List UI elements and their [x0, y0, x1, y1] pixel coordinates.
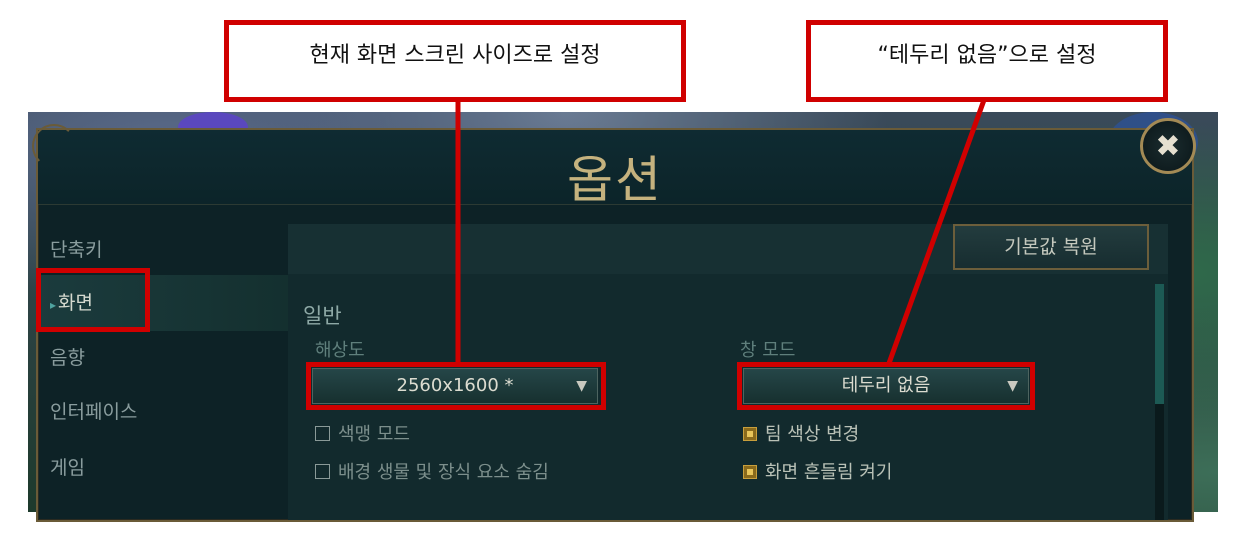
- sidebar-item-label: 음향: [50, 347, 85, 369]
- checkbox-checked-icon: [743, 465, 757, 479]
- checkbox-icon: [315, 464, 330, 479]
- window-title: 옵션: [567, 151, 663, 209]
- highlight-video-tab: [36, 268, 150, 332]
- sidebar-item-interface[interactable]: 인터페이스: [38, 384, 288, 440]
- scrollbar-thumb[interactable]: [1155, 284, 1164, 404]
- sidebar-item-label: 게임: [50, 457, 85, 479]
- highlight-window-mode-dropdown: [737, 362, 1035, 410]
- sidebar-item-label: 인터페이스: [50, 401, 138, 423]
- checkbox-label: 색맹 모드: [338, 424, 410, 445]
- resolution-label: 해상도: [315, 340, 365, 361]
- checkbox-label: 배경 생물 및 장식 요소 숨김: [338, 462, 549, 483]
- close-button[interactable]: ✖: [1140, 118, 1196, 174]
- team-color-checkbox[interactable]: 팀 색상 변경: [743, 420, 859, 446]
- resolution-callout: 현재 화면 스크린 사이즈로 설정: [224, 20, 686, 102]
- options-window: 옵션 단축키 ▸ 화면 음향 인터페이스 게임 기본값 복원 일반 해상도 256…: [32, 124, 1194, 522]
- close-icon: ✖: [1155, 128, 1181, 164]
- hide-eye-candy-checkbox[interactable]: 배경 생물 및 장식 요소 숨김: [315, 458, 549, 484]
- checkbox-checked-icon: [743, 427, 757, 441]
- title-bar: 옵션: [38, 130, 1192, 209]
- checkbox-icon: [315, 426, 330, 441]
- window-mode-callout: “테두리 없음”으로 설정: [806, 20, 1168, 102]
- section-title: 일반: [303, 304, 342, 328]
- sidebar-item-label: 단축키: [50, 239, 103, 261]
- sidebar: 단축키 ▸ 화면 음향 인터페이스 게임: [38, 208, 288, 508]
- highlight-resolution-dropdown: [306, 362, 606, 410]
- screen-shake-checkbox[interactable]: 화면 흔들림 켜기: [743, 458, 892, 484]
- colorblind-mode-checkbox[interactable]: 색맹 모드: [315, 420, 410, 446]
- window-mode-label: 창 모드: [740, 340, 796, 361]
- scrollbar[interactable]: [1155, 284, 1164, 520]
- sidebar-item-game[interactable]: 게임: [38, 440, 288, 496]
- checkbox-label: 팀 색상 변경: [765, 424, 860, 445]
- frame-ornament: [32, 124, 76, 168]
- sidebar-item-sound[interactable]: 음향: [38, 330, 288, 386]
- checkbox-label: 화면 흔들림 켜기: [765, 462, 893, 483]
- restore-defaults-button[interactable]: 기본값 복원: [953, 224, 1149, 270]
